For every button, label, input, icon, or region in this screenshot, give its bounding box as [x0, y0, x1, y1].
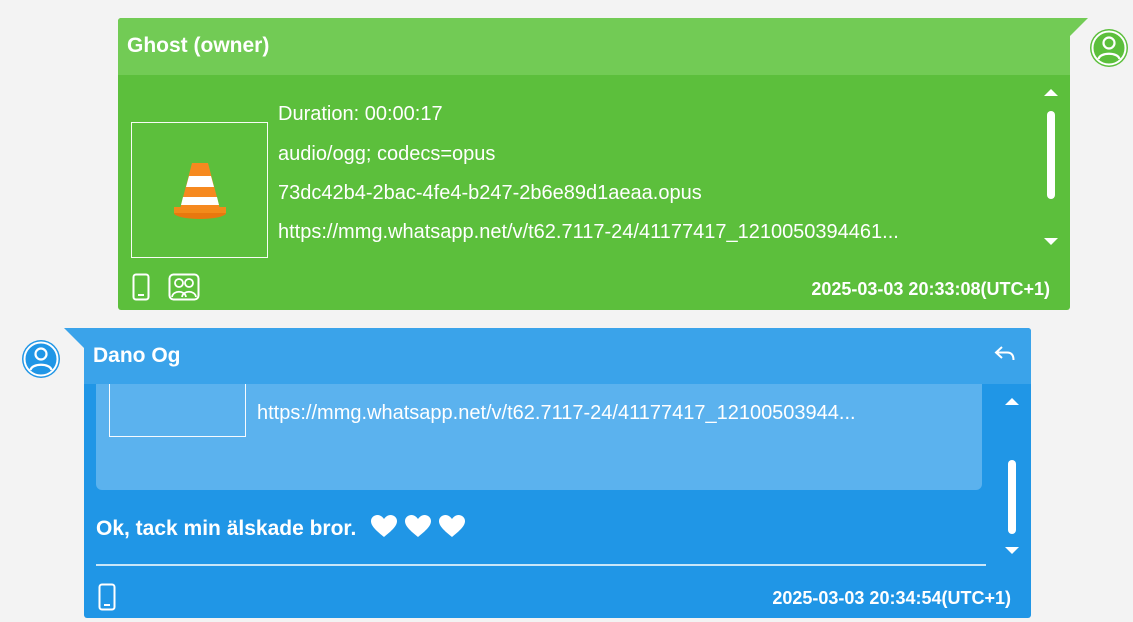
- message-timestamp: 2025-03-03 20:34:54(UTC+1): [772, 588, 1011, 608]
- user-avatar-icon: [1090, 29, 1128, 67]
- scrollbar-thumb[interactable]: [1047, 111, 1055, 199]
- mobile-device-icon: [98, 583, 116, 611]
- white-heart-icon: [405, 515, 432, 537]
- reply-icon[interactable]: [993, 344, 1017, 364]
- device-indicator: [132, 273, 150, 301]
- sender-name: Dano Og: [93, 344, 181, 367]
- user-avatar-icon: [22, 340, 60, 378]
- scroll-up-arrow[interactable]: [1005, 398, 1019, 405]
- group-indicator: [168, 273, 200, 301]
- attachment-url[interactable]: https://mmg.whatsapp.net/v/t62.7117-24/4…: [278, 221, 1018, 244]
- message-header: Dano Og: [84, 328, 1031, 384]
- attachment-mime-type: audio/ogg; codecs=opus: [278, 143, 496, 165]
- vlc-cone-icon: [174, 163, 226, 219]
- attachment-url[interactable]: https://mmg.whatsapp.net/v/t62.7117-24/4…: [257, 402, 967, 425]
- attachment-duration: Duration: 00:00:17: [278, 103, 443, 125]
- attachment-thumbnail[interactable]: [131, 122, 268, 258]
- quoted-message[interactable]: https://mmg.whatsapp.net/v/t62.7117-24/4…: [96, 384, 982, 490]
- emoji-hearts: [370, 514, 472, 544]
- message-text: Ok, tack min älskade bror.: [96, 514, 472, 544]
- avatar-outgoing[interactable]: [1089, 28, 1129, 68]
- message-header: Ghost (owner): [118, 18, 1070, 75]
- white-heart-icon: [439, 515, 466, 537]
- scroll-up-arrow[interactable]: [1044, 89, 1058, 96]
- attachment-thumbnail[interactable]: [109, 384, 246, 437]
- bubble-tail: [1068, 18, 1088, 38]
- group-icon: [168, 273, 200, 301]
- divider: [96, 564, 986, 566]
- scroll-down-arrow[interactable]: [1005, 547, 1019, 554]
- message-bubble-outgoing[interactable]: Ghost (owner) Duration: 00:00:17 audio/o…: [118, 18, 1070, 310]
- mobile-device-icon: [132, 273, 150, 301]
- attachment-filename: 73dc42b4-2bac-4fe4-b247-2b6e89d1aeaa.opu…: [278, 182, 702, 204]
- scroll-down-arrow[interactable]: [1044, 238, 1058, 245]
- scrollbar-thumb[interactable]: [1008, 460, 1016, 534]
- device-indicator: [98, 583, 116, 611]
- message-timestamp: 2025-03-03 20:33:08(UTC+1): [811, 279, 1050, 299]
- avatar-incoming[interactable]: [21, 339, 61, 379]
- message-bubble-incoming[interactable]: Dano Og https://mmg.whatsapp.net/v/t62.7…: [84, 328, 1031, 618]
- white-heart-icon: [371, 515, 398, 537]
- sender-name: Ghost (owner): [127, 34, 270, 57]
- message-body: Ok, tack min älskade bror.: [96, 517, 357, 540]
- bubble-tail: [64, 328, 84, 348]
